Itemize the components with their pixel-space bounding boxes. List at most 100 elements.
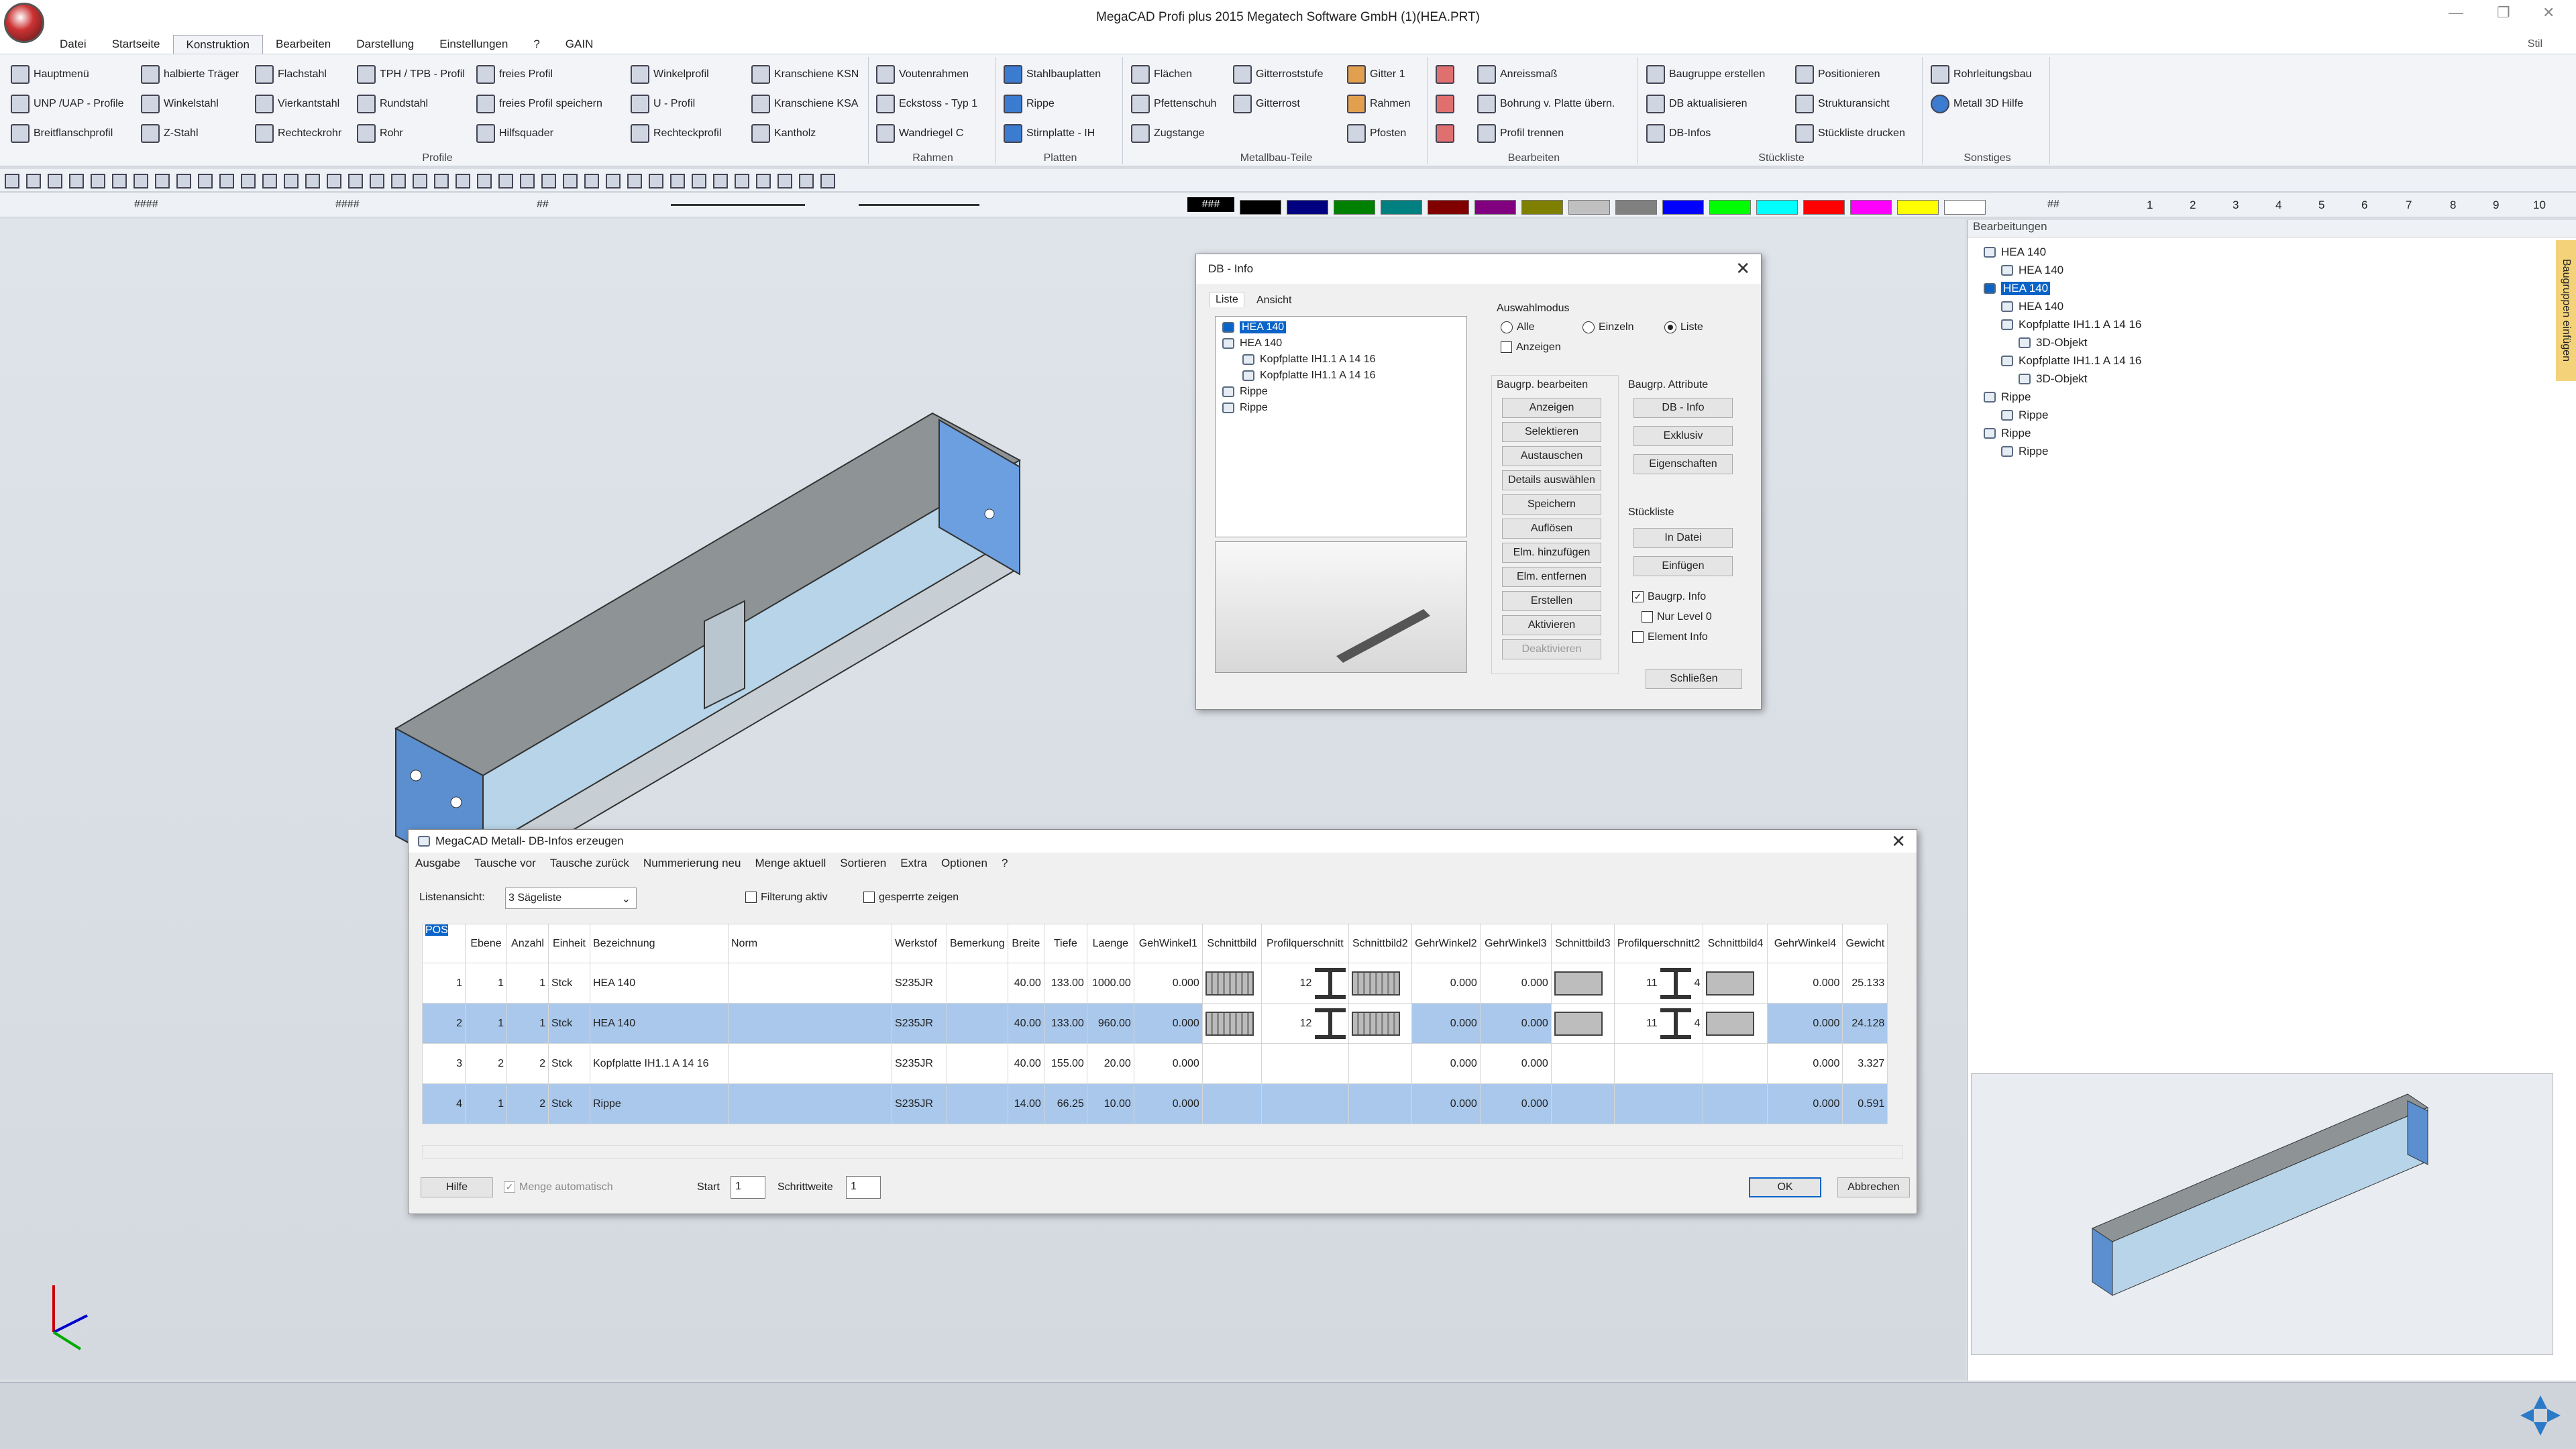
pfosten-button[interactable]: Pfosten xyxy=(1347,121,1406,146)
menu-bearbeiten[interactable]: Bearbeiten xyxy=(263,35,343,54)
toolbar-icons[interactable] xyxy=(0,169,872,192)
color-swatch-olive[interactable] xyxy=(1521,200,1563,215)
bearbeiten-tool-1[interactable] xyxy=(1436,62,1458,87)
close-icon[interactable]: ✕ xyxy=(1891,831,1906,852)
col-header[interactable]: Gewicht xyxy=(1842,924,1888,963)
austauschen-button[interactable]: Austauschen xyxy=(1502,446,1601,466)
color-swatch-silver[interactable] xyxy=(1568,200,1610,215)
pen-9[interactable]: 9 xyxy=(2493,199,2499,212)
pfettenschuh-button[interactable]: Pfettenschuh xyxy=(1131,92,1216,116)
bearbeiten-tool-2[interactable] xyxy=(1436,92,1458,116)
stahlbauplatten-button[interactable]: Stahlbauplatten xyxy=(1004,62,1101,87)
color-swatch-blue[interactable] xyxy=(1662,200,1704,215)
col-header[interactable]: POS xyxy=(425,924,448,936)
zugstange-button[interactable]: Zugstange xyxy=(1131,121,1205,146)
freies-profil-button[interactable]: freies Profil xyxy=(476,62,553,87)
col-header[interactable]: GehWinkel1 xyxy=(1133,924,1203,963)
db-infos-button[interactable]: DB-Infos xyxy=(1646,121,1711,146)
tab-ansicht[interactable]: Ansicht xyxy=(1256,294,1291,307)
tree-item[interactable]: HEA 140 xyxy=(1984,297,2141,315)
color-swatch-yellow[interactable] xyxy=(1897,200,1939,215)
kantholz-button[interactable]: Kantholz xyxy=(751,121,816,146)
tree-item[interactable]: Rippe xyxy=(1984,442,2141,460)
flaechen-button[interactable]: Flächen xyxy=(1131,62,1192,87)
winkelprofil-button[interactable]: Winkelprofil xyxy=(631,62,709,87)
gesperrte-checkbox[interactable]: gesperrte zeigen xyxy=(863,892,959,904)
color-swatch-lime[interactable] xyxy=(1709,200,1751,215)
color-swatch-purple[interactable] xyxy=(1474,200,1516,215)
color-swatch-white[interactable] xyxy=(1944,200,1986,215)
col-header[interactable]: Schnittbild xyxy=(1201,924,1262,963)
col-header[interactable]: Laenge xyxy=(1086,924,1134,963)
hauptmenue-button[interactable]: Hauptmenü xyxy=(11,62,89,87)
style-label[interactable]: Stil xyxy=(2528,38,2542,50)
restore-icon[interactable]: ❐ xyxy=(2497,4,2510,21)
stirnplatte-button[interactable]: Stirnplatte - IH xyxy=(1004,121,1095,146)
db-tree-item[interactable]: Rippe xyxy=(1222,384,1376,400)
vierkantstahl-button[interactable]: Vierkantstahl xyxy=(255,92,339,116)
bearbeiten-tool-3[interactable] xyxy=(1436,121,1458,146)
color-field[interactable]: ### xyxy=(1187,197,1234,212)
menu-help[interactable]: ? xyxy=(521,35,552,54)
col-header[interactable]: GehrWinkel3 xyxy=(1479,924,1552,963)
hash-right[interactable]: ## xyxy=(2047,199,2059,211)
hash-field-2[interactable]: #### xyxy=(335,199,360,211)
side-tab-baugruppen[interactable]: Baugruppen einfügen xyxy=(2556,240,2576,381)
rippe-button[interactable]: Rippe xyxy=(1004,92,1055,116)
table-row[interactable]: 4 1 2 Stck Rippe S235JR 14.00 66.25 10.0… xyxy=(422,1083,1888,1124)
tree-item-selected[interactable]: HEA 140 xyxy=(1984,279,2141,297)
db-aktualisieren-button[interactable]: DB aktualisieren xyxy=(1646,92,1748,116)
bohrung-button[interactable]: Bohrung v. Platte übern. xyxy=(1477,92,1615,116)
pen-4[interactable]: 4 xyxy=(2275,199,2282,212)
col-header[interactable]: Norm xyxy=(728,924,892,963)
kranschiene-ksn-button[interactable]: Kranschiene KSN xyxy=(751,62,859,87)
strukturansicht-button[interactable]: Strukturansicht xyxy=(1795,92,1890,116)
rohrleitungsbau-button[interactable]: Rohrleitungsbau xyxy=(1931,62,2032,87)
schrittweite-input[interactable]: 1 xyxy=(846,1176,881,1199)
wandriegel-button[interactable]: Wandriegel C xyxy=(876,121,963,146)
rechteckprofil-button[interactable]: Rechteckprofil xyxy=(631,121,721,146)
deaktivieren-button[interactable]: Deaktivieren xyxy=(1502,639,1601,659)
tree-item[interactable]: 3D-Objekt xyxy=(1984,370,2141,388)
rundstahl-button[interactable]: Rundstahl xyxy=(357,92,428,116)
close-icon[interactable]: ✕ xyxy=(2542,4,2555,21)
tree-item[interactable]: Rippe xyxy=(1984,424,2141,442)
rohr-button[interactable]: Rohr xyxy=(357,121,403,146)
profil-trennen-button[interactable]: Profil trennen xyxy=(1477,121,1564,146)
listenansicht-select[interactable]: 3 Sägeliste ⌄ xyxy=(505,888,637,909)
megacad-logo-icon[interactable] xyxy=(4,3,44,43)
horizontal-scrollbar[interactable] xyxy=(422,1145,1903,1159)
color-swatch-green[interactable] xyxy=(1334,200,1375,215)
voutenrahmen-button[interactable]: Voutenrahmen xyxy=(876,62,969,87)
ok-button[interactable]: OK xyxy=(1749,1177,1821,1197)
exklusiv-button[interactable]: Exklusiv xyxy=(1633,426,1733,446)
details-auswaehlen-button[interactable]: Details auswählen xyxy=(1502,470,1601,490)
radio-liste[interactable]: Liste xyxy=(1664,321,1703,333)
line-style-slider[interactable] xyxy=(671,204,805,206)
menu-tausche-vor[interactable]: Tausche vor xyxy=(474,857,536,870)
abbrechen-button[interactable]: Abbrechen xyxy=(1837,1177,1910,1197)
rahmen-button[interactable]: Rahmen xyxy=(1347,92,1410,116)
erstellen-button[interactable]: Erstellen xyxy=(1502,591,1601,611)
color-swatch-red[interactable] xyxy=(1803,200,1845,215)
tree-item[interactable]: Kopfplatte IH1.1 A 14 16 xyxy=(1984,315,2141,333)
flachstahl-button[interactable]: Flachstahl xyxy=(255,62,327,87)
line-width-slider[interactable] xyxy=(859,204,979,206)
menu-startseite[interactable]: Startseite xyxy=(99,35,173,54)
menu-ausgabe[interactable]: Ausgabe xyxy=(415,857,460,870)
menu-konstruktion[interactable]: Konstruktion xyxy=(172,35,263,54)
col-header[interactable]: Einheit xyxy=(548,924,590,963)
tree-item[interactable]: Rippe xyxy=(1984,388,2141,406)
eigenschaften-button[interactable]: Eigenschaften xyxy=(1633,454,1733,474)
element-info-checkbox[interactable]: Element Info xyxy=(1632,631,1708,643)
anzeigen-checkbox[interactable]: Anzeigen xyxy=(1501,341,1561,354)
pen-8[interactable]: 8 xyxy=(2450,199,2456,212)
color-swatch-magenta[interactable] xyxy=(1850,200,1892,215)
metall-hilfe-button[interactable]: Metall 3D Hilfe xyxy=(1931,92,2023,116)
menu-extra[interactable]: Extra xyxy=(900,857,927,870)
color-swatch-navy[interactable] xyxy=(1287,200,1328,215)
filterung-checkbox[interactable]: Filterung aktiv xyxy=(745,892,828,904)
radio-alle[interactable]: Alle xyxy=(1501,321,1535,333)
stueckliste-drucken-button[interactable]: Stückliste drucken xyxy=(1795,121,1905,146)
parts-table[interactable]: POS Ebene Anzahl Einheit Bezeichnung Nor… xyxy=(422,924,1888,1124)
